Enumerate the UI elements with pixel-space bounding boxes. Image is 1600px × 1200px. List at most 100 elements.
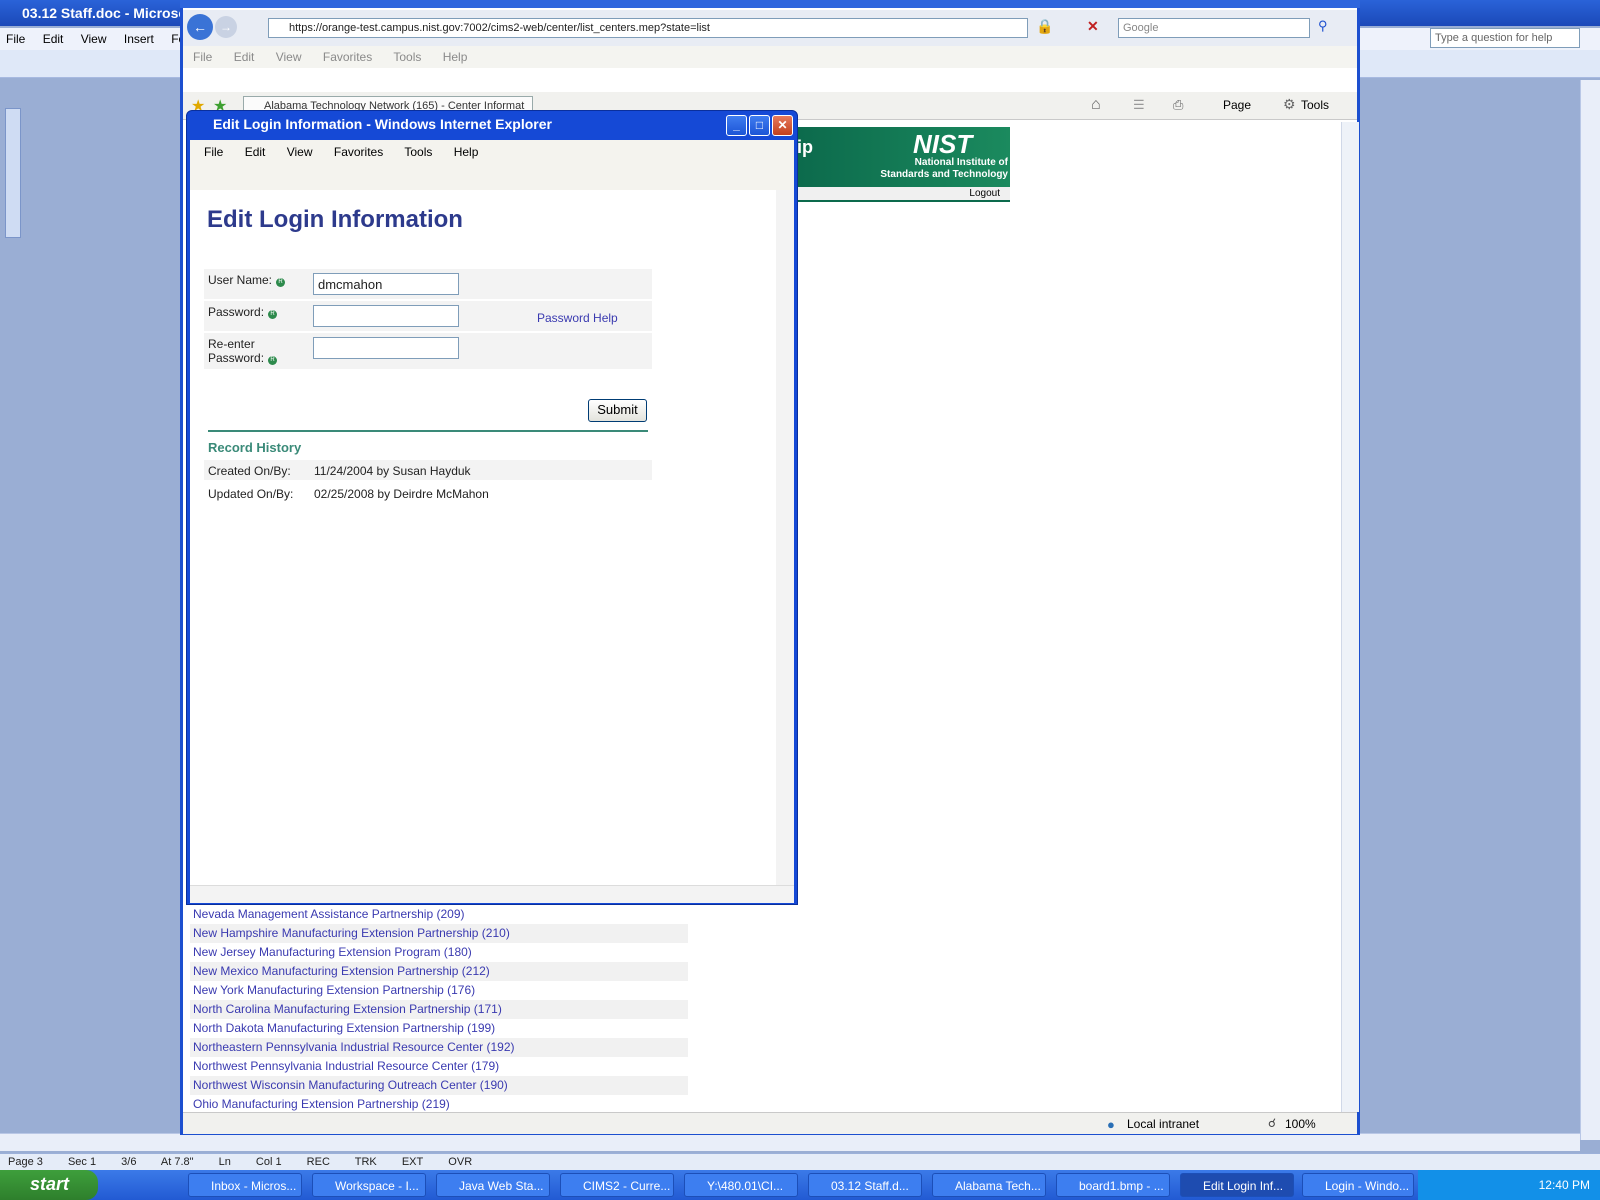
center-list-item[interactable]: New York Manufacturing Extension Partner…	[190, 981, 688, 1000]
ie-status-bar: ● Local intranet ☌ 100%	[183, 1112, 1357, 1134]
tools-menu-button[interactable]: Tools	[1301, 98, 1329, 112]
close-button[interactable]: ✕	[772, 115, 793, 136]
intranet-globe-icon: ●	[1107, 1117, 1115, 1132]
word-vertical-ruler	[5, 108, 21, 238]
ie-menu-edit[interactable]: Edit	[234, 50, 255, 64]
word-help-input[interactable]: Type a question for help	[1430, 28, 1580, 48]
taskbar-button[interactable]: board1.bmp - ...	[1056, 1173, 1170, 1197]
status-col: Col 1	[255, 1156, 282, 1168]
center-list-item[interactable]: North Dakota Manufacturing Extension Par…	[190, 1019, 688, 1038]
word-menu-insert[interactable]: Insert	[124, 32, 154, 46]
created-label: Created On/By:	[208, 464, 291, 478]
taskbar-button[interactable]: Edit Login Inf...	[1180, 1173, 1294, 1197]
word-menu-file[interactable]: File	[6, 32, 25, 46]
print-icon[interactable]: ⎙	[1173, 97, 1183, 113]
search-icon[interactable]: ⚲	[1318, 18, 1336, 38]
taskbar-button[interactable]: Workspace - I...	[312, 1173, 426, 1197]
back-icon[interactable]: ←	[187, 14, 213, 40]
clock[interactable]: 12:40 PM	[1539, 1178, 1590, 1192]
required-icon: R	[268, 310, 278, 319]
home-icon[interactable]: ⌂	[1091, 96, 1101, 114]
center-list-item[interactable]: New Hampshire Manufacturing Extension Pa…	[190, 924, 688, 943]
password-label-text: Password:	[208, 305, 265, 319]
system-tray: 12:40 PM	[1418, 1170, 1600, 1200]
logout-link[interactable]: Logout	[969, 188, 1000, 199]
feeds-icon[interactable]: ☰	[1133, 97, 1145, 113]
word-menu-edit[interactable]: Edit	[43, 32, 64, 46]
ie-menu-favorites[interactable]: Favorites	[323, 50, 372, 64]
ie-menu-tools[interactable]: Tools	[393, 50, 421, 64]
taskbar-button[interactable]: Java Web Sta...	[436, 1173, 550, 1197]
ie-title-bar	[180, 0, 1360, 8]
page-title: Edit Login Information	[207, 206, 463, 233]
word-vertical-scrollbar[interactable]	[1580, 80, 1600, 1140]
status-rec[interactable]: REC	[307, 1156, 330, 1168]
ie-menu-file[interactable]: File	[193, 50, 212, 64]
zoom-level[interactable]: 100%	[1285, 1117, 1316, 1131]
username-field[interactable]	[313, 273, 459, 295]
updated-label: Updated On/By:	[208, 487, 294, 501]
status-trk[interactable]: TRK	[355, 1156, 377, 1168]
taskbar-button[interactable]: Login - Windo...	[1302, 1173, 1414, 1197]
taskbar-button[interactable]: CIMS2 - Curre...	[560, 1173, 674, 1197]
reenter-label-line2: Password:	[208, 351, 265, 365]
stop-icon[interactable]: ✕	[1087, 18, 1105, 38]
status-ext[interactable]: EXT	[402, 1156, 423, 1168]
ie-menu-view[interactable]: View	[276, 50, 302, 64]
popup-menu-file[interactable]: File	[204, 145, 223, 159]
center-list-item[interactable]: Nevada Management Assistance Partnership…	[190, 905, 688, 924]
page-menu-button[interactable]: Page	[1223, 98, 1251, 112]
popup-menu-bar: File Edit View Favorites Tools Help	[190, 140, 794, 190]
status-pages: 3/6	[121, 1156, 137, 1168]
maximize-button[interactable]: □	[749, 115, 770, 136]
logout-bar: Logout	[795, 187, 1010, 202]
center-list-item[interactable]: Northwest Pennsylvania Industrial Resour…	[190, 1057, 688, 1076]
minimize-button[interactable]: _	[726, 115, 747, 136]
center-list-item[interactable]: Northeastern Pennsylvania Industrial Res…	[190, 1038, 688, 1057]
center-list-item[interactable]: New Jersey Manufacturing Extension Progr…	[190, 943, 688, 962]
center-list-item[interactable]: North Carolina Manufacturing Extension P…	[190, 1000, 688, 1019]
password-help-link[interactable]: Password Help	[537, 311, 618, 325]
required-icon: R	[268, 356, 278, 365]
submit-button[interactable]: Submit	[588, 399, 647, 422]
taskbar-button[interactable]: Inbox - Micros...	[188, 1173, 302, 1197]
status-ln: Ln	[218, 1156, 231, 1168]
word-menu-view[interactable]: View	[81, 32, 107, 46]
lock-icon[interactable]: 🔒	[1036, 18, 1054, 38]
popup-menu-edit[interactable]: Edit	[245, 145, 266, 159]
security-zone: Local intranet	[1127, 1117, 1200, 1131]
popup-menu-view[interactable]: View	[287, 145, 313, 159]
forward-icon[interactable]: →	[215, 16, 237, 38]
divider	[208, 430, 648, 432]
ie-menu-help[interactable]: Help	[443, 50, 468, 64]
updated-value: 02/25/2008 by Deirdre McMahon	[314, 487, 489, 501]
banner-partial-title: ip	[797, 137, 813, 157]
ie-menu-bar: File Edit View Favorites Tools Help	[183, 46, 1357, 68]
taskbar-button[interactable]: Alabama Tech...	[932, 1173, 1046, 1197]
word-horizontal-scrollbar[interactable]	[0, 1133, 1580, 1151]
password-label: Password: R	[208, 305, 278, 319]
reenter-label-line1: Re-enter	[208, 337, 255, 351]
start-button[interactable]: start	[0, 1170, 98, 1200]
search-input[interactable]: Google	[1118, 18, 1310, 38]
taskbar-button[interactable]: 03.12 Staff.d...	[808, 1173, 922, 1197]
nist-banner: ip NIST National Institute of Standards …	[795, 127, 1010, 187]
username-label: User Name: R	[208, 273, 286, 287]
center-list-item[interactable]: Northwest Wisconsin Manufacturing Outrea…	[190, 1076, 688, 1095]
popup-menu-favorites[interactable]: Favorites	[334, 145, 383, 159]
password-field[interactable]	[313, 305, 459, 327]
nist-logo: NIST	[913, 129, 973, 159]
address-bar[interactable]: https://orange-test.campus.nist.gov:7002…	[268, 18, 1028, 38]
ie-vertical-scrollbar[interactable]	[1341, 122, 1359, 1112]
status-at: At 7.8"	[160, 1156, 194, 1168]
center-list-item[interactable]: New Mexico Manufacturing Extension Partn…	[190, 962, 688, 981]
popup-title-bar: Edit Login Information - Windows Interne…	[213, 116, 552, 132]
taskbar-button[interactable]: Y:\480.01\CI...	[684, 1173, 798, 1197]
popup-menu-help[interactable]: Help	[454, 145, 479, 159]
popup-menu-tools[interactable]: Tools	[404, 145, 432, 159]
status-ovr[interactable]: OVR	[448, 1156, 472, 1168]
popup-vertical-scrollbar[interactable]	[776, 190, 794, 885]
reenter-password-field[interactable]	[313, 337, 459, 359]
zoom-icon: ☌	[1268, 1116, 1277, 1130]
popup-horizontal-scrollbar[interactable]	[190, 885, 794, 903]
